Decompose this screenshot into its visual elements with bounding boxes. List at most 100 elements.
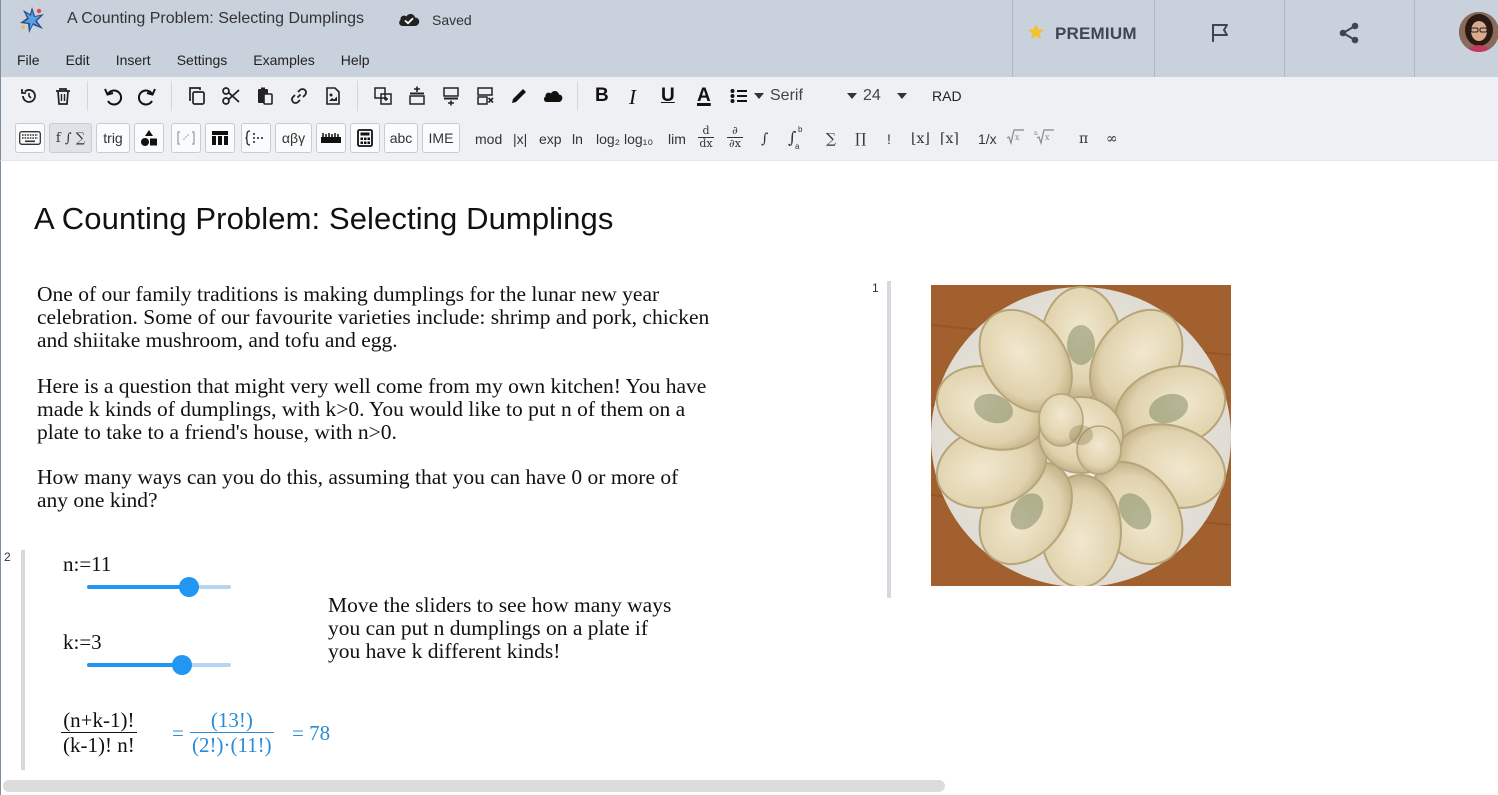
menu-insert[interactable]: Insert [116,50,151,72]
log10-button[interactable]: log₁₀ [624,131,653,147]
insert-image-button[interactable] [321,84,345,108]
factorial-button[interactable]: ! [887,131,891,147]
pi-button[interactable]: π [1079,131,1088,147]
insert-above-button[interactable] [405,84,429,108]
ln-button[interactable]: ln [572,131,583,147]
n-definition[interactable]: n:=11 [63,552,111,577]
partial-derivative-button[interactable]: ∂ ∂x [727,125,743,150]
equals-sign: = [172,721,184,745]
intro-paragraph[interactable]: One of our family traditions is making d… [37,283,837,352]
history-button[interactable] [17,84,41,108]
menu-settings[interactable]: Settings [177,50,228,72]
result-numerator: (13!) [210,708,253,732]
derivative-button[interactable]: d dx [698,125,714,150]
insert-region-button[interactable] [371,84,395,108]
units-button[interactable] [316,123,346,153]
reciprocal-button[interactable]: 1/x [978,131,997,147]
ime-button[interactable]: IME [422,123,460,153]
list-button[interactable] [727,84,751,108]
cloud-save-button[interactable] [541,84,565,108]
nth-root-button[interactable]: nx [1034,127,1056,147]
text-color-button[interactable]: A [697,85,711,107]
redo-button[interactable] [135,84,159,108]
matrix-bracket-button[interactable] [171,123,201,153]
mod-button[interactable]: mod [475,131,502,147]
region-bracket[interactable] [21,550,25,770]
table-button[interactable] [205,123,235,153]
link-button[interactable] [287,84,311,108]
integral-button[interactable]: ∫ [761,131,768,147]
insert-below-button[interactable] [439,84,463,108]
k-slider-thumb[interactable] [172,655,193,675]
greek-palette-button[interactable]: αβγ [275,123,312,153]
result-denominator: (2!)·(11!) [190,732,274,757]
shapes-palette-button[interactable] [134,123,164,153]
k-slider[interactable] [87,655,231,675]
ceiling-button[interactable]: ⌈x⌉ [940,131,959,147]
font-size-caret-left[interactable] [847,93,857,99]
premium-button[interactable]: PREMIUM [1012,0,1155,77]
undo-button[interactable] [101,84,125,108]
limit-button[interactable]: lim [668,131,686,147]
dumplings-photo[interactable] [931,285,1231,586]
share-button[interactable] [1284,0,1414,77]
trig-palette-button[interactable]: trig [96,123,130,153]
document-title[interactable]: A Counting Problem: Selecting Dumplings [67,10,364,28]
text-line: you can put n dumplings on a plate if [328,616,649,640]
feedback-button[interactable] [1154,0,1284,77]
menu-help[interactable]: Help [341,50,370,72]
floor-button[interactable]: ⌊x⌋ [911,131,930,147]
delete-region-button[interactable] [473,84,497,108]
text-line: celebration. Some of our favourite varie… [37,305,710,329]
paste-button[interactable] [253,84,277,108]
infinity-button[interactable]: ∞ [1106,131,1118,147]
user-avatar[interactable] [1459,12,1498,52]
prompt-paragraph[interactable]: How many ways can you do this, assuming … [37,466,837,512]
font-size-dropdown-caret[interactable] [897,93,907,99]
copy-button[interactable] [185,84,209,108]
menu-edit[interactable]: Edit [66,50,90,72]
paste-icon [258,87,273,105]
page-title[interactable]: A Counting Problem: Selecting Dumplings [34,201,613,237]
bold-button[interactable]: B [595,85,609,107]
square-root-button[interactable]: x [1005,127,1025,147]
product-button[interactable]: ∏ [855,131,866,147]
image-file-icon [326,87,340,105]
slider-instructions[interactable]: Move the sliders to see how many ways yo… [328,594,748,663]
underline-button[interactable]: U [661,85,675,107]
cut-button[interactable] [219,84,243,108]
question-paragraph[interactable]: Here is a question that might very well … [37,375,837,444]
formula-fraction[interactable]: (n+k-1)! (k-1)! n! [61,708,137,757]
log2-button[interactable]: log₂ [596,131,620,147]
region-bracket[interactable] [887,281,891,598]
list-dropdown-caret[interactable] [754,93,764,99]
text-line: made k kinds of dumplings, with k>0. You… [37,397,686,421]
horizontal-scrollbar[interactable] [3,780,945,792]
definite-integral-button[interactable]: ∫ b a [788,125,806,151]
piecewise-button[interactable] [241,123,271,153]
calculator-button[interactable] [350,123,380,153]
calculator-icon [357,129,373,147]
menu-examples[interactable]: Examples [253,50,314,72]
angle-mode-toggle[interactable]: RAD [932,88,962,104]
keyboard-button[interactable] [15,123,45,153]
menu-file[interactable]: File [17,50,40,72]
summation-button[interactable]: ∑ [826,131,836,147]
premium-label: PREMIUM [1055,24,1137,43]
n-slider-thumb[interactable] [179,577,200,597]
text-line: Move the sliders to see how many ways [328,593,672,617]
app-logo-icon[interactable] [17,5,47,35]
delete-button[interactable] [51,84,75,108]
account-button[interactable] [1414,0,1498,77]
star-icon [1027,23,1045,40]
text-mode-button[interactable]: abc [384,123,418,153]
font-size-select[interactable]: 24 [863,87,881,105]
draw-button[interactable] [507,84,531,108]
italic-button[interactable]: I [629,85,636,110]
exp-button[interactable]: exp [539,131,562,147]
worksheet[interactable]: A Counting Problem: Selecting Dumplings … [0,161,1498,795]
abs-button[interactable]: |x| [513,131,527,147]
n-slider[interactable] [87,577,231,597]
functions-palette-button[interactable]: f ∫ ∑ [49,123,92,153]
k-definition[interactable]: k:=3 [63,630,102,655]
